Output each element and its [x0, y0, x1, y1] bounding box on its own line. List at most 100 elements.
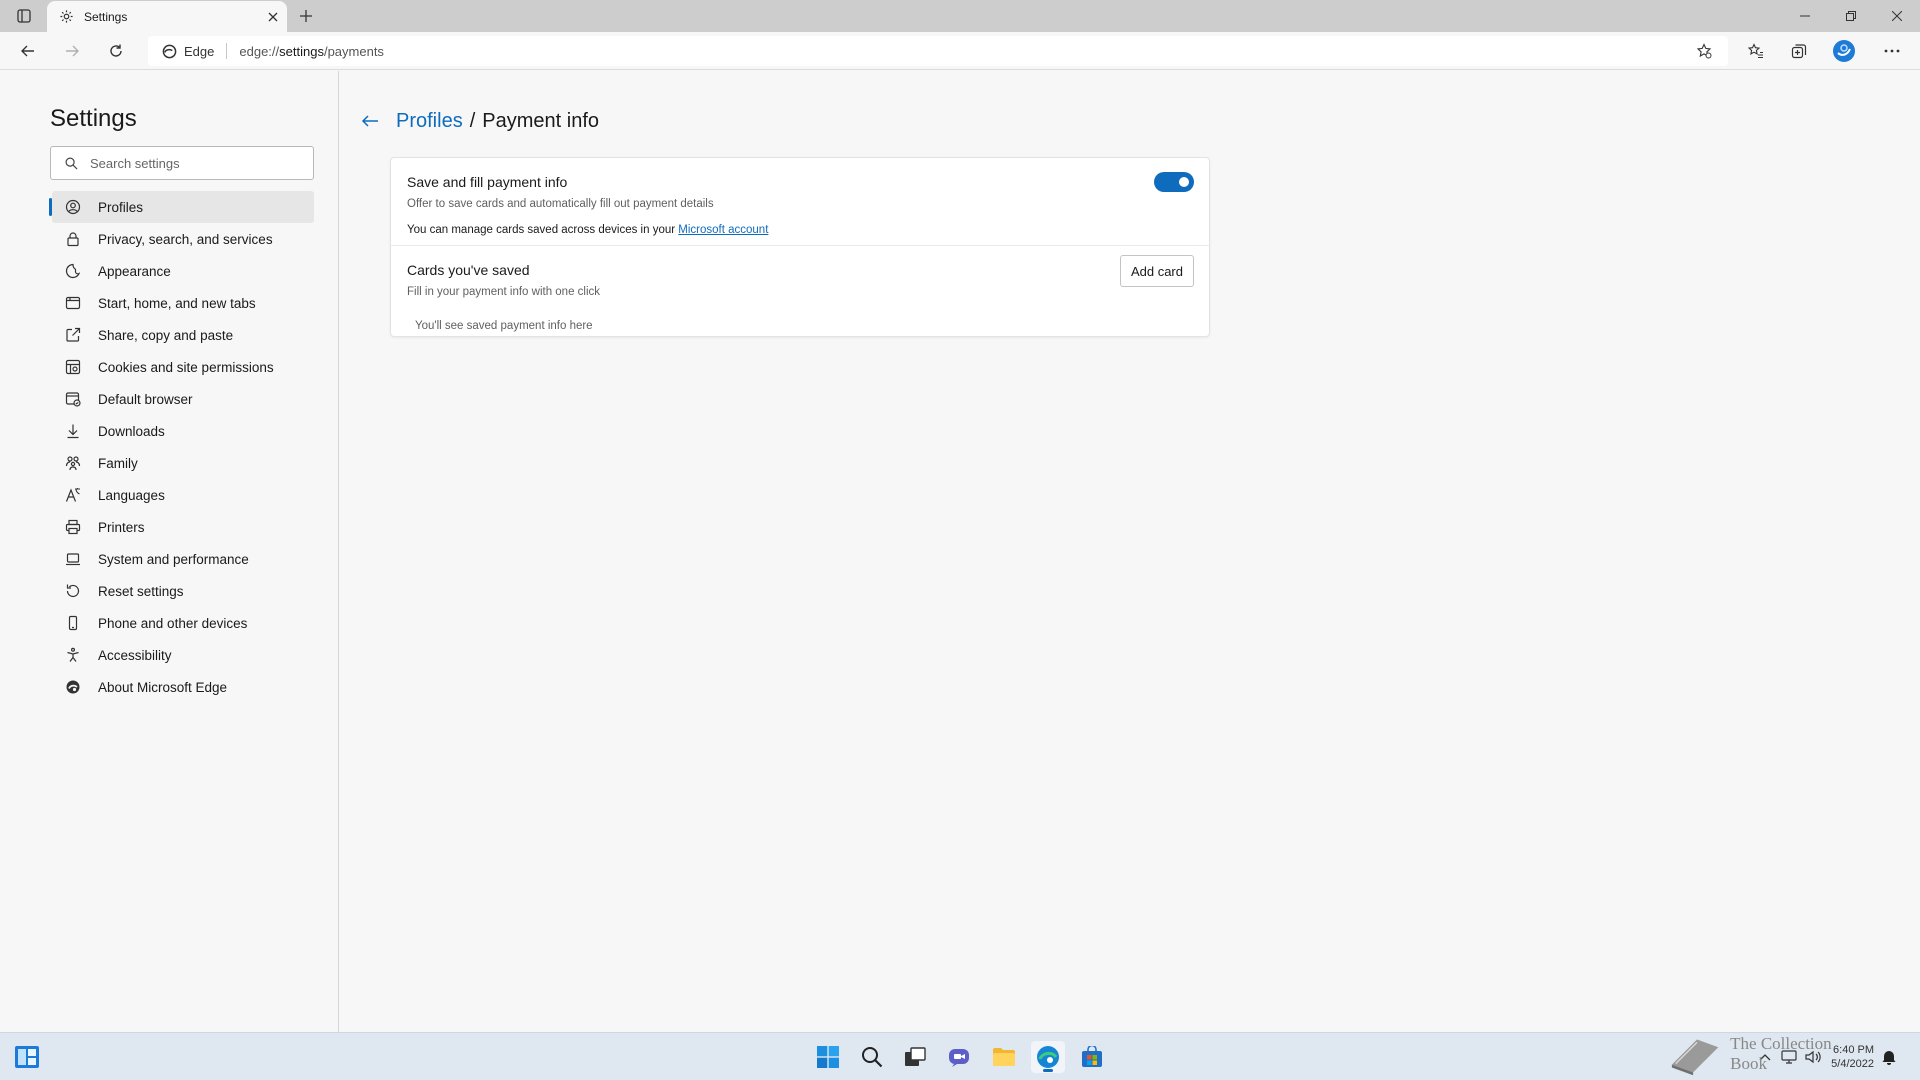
share-icon	[64, 326, 82, 344]
url-text: edge://settings/payments	[239, 44, 384, 59]
new-tab-button[interactable]	[292, 4, 320, 28]
tab-close-button[interactable]	[259, 5, 287, 29]
close-window-button[interactable]	[1874, 0, 1920, 32]
refresh-button[interactable]	[100, 37, 132, 65]
notification-bell-icon[interactable]	[1882, 1049, 1896, 1065]
arrow-left-icon	[21, 45, 34, 57]
sidebar-item-accessibility[interactable]: Accessibility	[52, 639, 314, 671]
add-card-button[interactable]: Add card	[1119, 255, 1194, 287]
store-icon	[1082, 1046, 1102, 1067]
store-button[interactable]	[1075, 1041, 1109, 1073]
sidebar-item-printers[interactable]: Printers	[52, 511, 314, 543]
edge-logo-icon	[162, 44, 177, 58]
url-suffix: /payments	[323, 43, 384, 59]
sidebar-item-share[interactable]: Share, copy and paste	[52, 319, 314, 351]
tab-title: Settings	[84, 9, 128, 24]
back-to-profiles-button[interactable]	[358, 109, 382, 133]
book-logo-icon	[1671, 1039, 1719, 1076]
sidebar-item-about[interactable]: About Microsoft Edge	[52, 671, 314, 703]
sidebar-item-downloads[interactable]: Downloads	[52, 415, 314, 447]
sidebar-item-start-home[interactable]: Start, home, and new tabs	[52, 287, 314, 319]
taskbar-search-button[interactable]	[855, 1041, 889, 1073]
sidebar-item-label: Privacy, search, and services	[98, 231, 273, 247]
task-view-icon	[905, 1047, 926, 1066]
payment-info-card: Save and fill payment info Offer to save…	[390, 157, 1210, 337]
sidebar-item-label: Profiles	[98, 199, 144, 215]
sidebar-item-label: Reset settings	[98, 583, 184, 599]
address-divider	[226, 43, 228, 59]
tab-actions-icon	[17, 9, 31, 23]
sync-note-text: You can manage cards saved across device…	[407, 224, 679, 236]
saved-cards-subtitle: Fill in your payment info with one click	[407, 286, 601, 298]
sidebar-item-cookies[interactable]: Cookies and site permissions	[52, 351, 314, 383]
family-icon	[64, 454, 82, 472]
minimize-icon	[1800, 15, 1810, 17]
lock-icon	[64, 230, 82, 248]
sidebar-item-system[interactable]: System and performance	[52, 543, 314, 575]
arrow-right-icon	[66, 45, 79, 57]
gear-icon	[60, 10, 73, 23]
download-icon	[64, 422, 82, 440]
sidebar-item-profiles[interactable]: Profiles	[49, 191, 314, 223]
sidebar-item-label: System and performance	[98, 551, 249, 567]
sidebar-item-appearance[interactable]: Appearance	[52, 255, 314, 287]
chat-button[interactable]	[942, 1041, 976, 1073]
task-view-button[interactable]	[898, 1041, 932, 1073]
page-title: Payment info	[482, 109, 599, 132]
saved-cards-empty-text: You'll see saved payment info here	[415, 320, 593, 332]
collections-icon	[1791, 44, 1807, 59]
start-button[interactable]	[811, 1041, 845, 1073]
tab-actions-button[interactable]	[10, 4, 38, 28]
edge-logo-icon	[64, 678, 82, 696]
breadcrumb-separator: /	[469, 109, 476, 132]
saved-cards-row: Cards you've saved Fill in your payment …	[391, 246, 1209, 336]
widgets-icon	[15, 1046, 39, 1068]
phone-icon	[64, 614, 82, 632]
address-bar[interactable]: Edge edge://settings/payments	[148, 36, 1728, 66]
sidebar-item-privacy[interactable]: Privacy, search, and services	[52, 223, 314, 255]
search-input[interactable]	[90, 155, 300, 171]
more-options-button[interactable]	[1876, 37, 1908, 65]
search-icon	[65, 157, 78, 169]
tab-settings[interactable]: Settings	[47, 1, 287, 32]
forward-button[interactable]	[56, 37, 88, 65]
sidebar-item-languages[interactable]: Languages	[52, 479, 314, 511]
sidebar-item-family[interactable]: Family	[52, 447, 314, 479]
save-fill-toggle[interactable]	[1154, 172, 1194, 192]
sidebar-item-label: Appearance	[98, 263, 171, 279]
site-identity-chip[interactable]: Edge	[162, 44, 214, 59]
breadcrumb-profiles-link[interactable]: Profiles	[396, 110, 463, 133]
settings-sidebar: Settings Profiles Privacy, search, and s…	[0, 71, 339, 1032]
plus-icon	[300, 10, 312, 22]
settings-main: Profiles / Payment info Save and fill pa…	[340, 71, 1920, 1032]
sidebar-item-reset[interactable]: Reset settings	[52, 575, 314, 607]
add-favorite-button[interactable]	[1694, 41, 1714, 61]
url-highlight: settings	[279, 43, 324, 59]
back-button[interactable]	[12, 37, 44, 65]
profile-button[interactable]	[1828, 37, 1860, 65]
default-browser-icon	[64, 390, 82, 408]
avatar	[1833, 40, 1855, 62]
more-icon	[1884, 49, 1900, 53]
restore-button[interactable]	[1828, 0, 1874, 32]
browser-toolbar: Edge edge://settings/payments	[0, 32, 1920, 70]
accessibility-icon	[64, 646, 82, 664]
folder-icon	[993, 1048, 1015, 1066]
sidebar-item-label: Printers	[98, 519, 145, 535]
sidebar-item-label: About Microsoft Edge	[98, 679, 228, 695]
microsoft-account-link[interactable]: Microsoft account	[678, 224, 768, 236]
edge-taskbar-button[interactable]	[1031, 1041, 1065, 1073]
sidebar-item-label: Cookies and site permissions	[98, 359, 274, 375]
watermark-text: The Collection Book	[1730, 1034, 1832, 1073]
close-icon	[1892, 11, 1902, 21]
sidebar-item-default-browser[interactable]: Default browser	[52, 383, 314, 415]
widgets-button[interactable]	[10, 1041, 44, 1073]
search-icon	[862, 1047, 883, 1068]
favorites-button[interactable]	[1740, 37, 1772, 65]
minimize-button[interactable]	[1782, 0, 1828, 32]
file-explorer-button[interactable]	[987, 1041, 1021, 1073]
search-box[interactable]	[50, 146, 314, 180]
sidebar-item-label: Languages	[98, 487, 165, 503]
collections-button[interactable]	[1783, 37, 1815, 65]
sidebar-item-phone[interactable]: Phone and other devices	[52, 607, 314, 639]
